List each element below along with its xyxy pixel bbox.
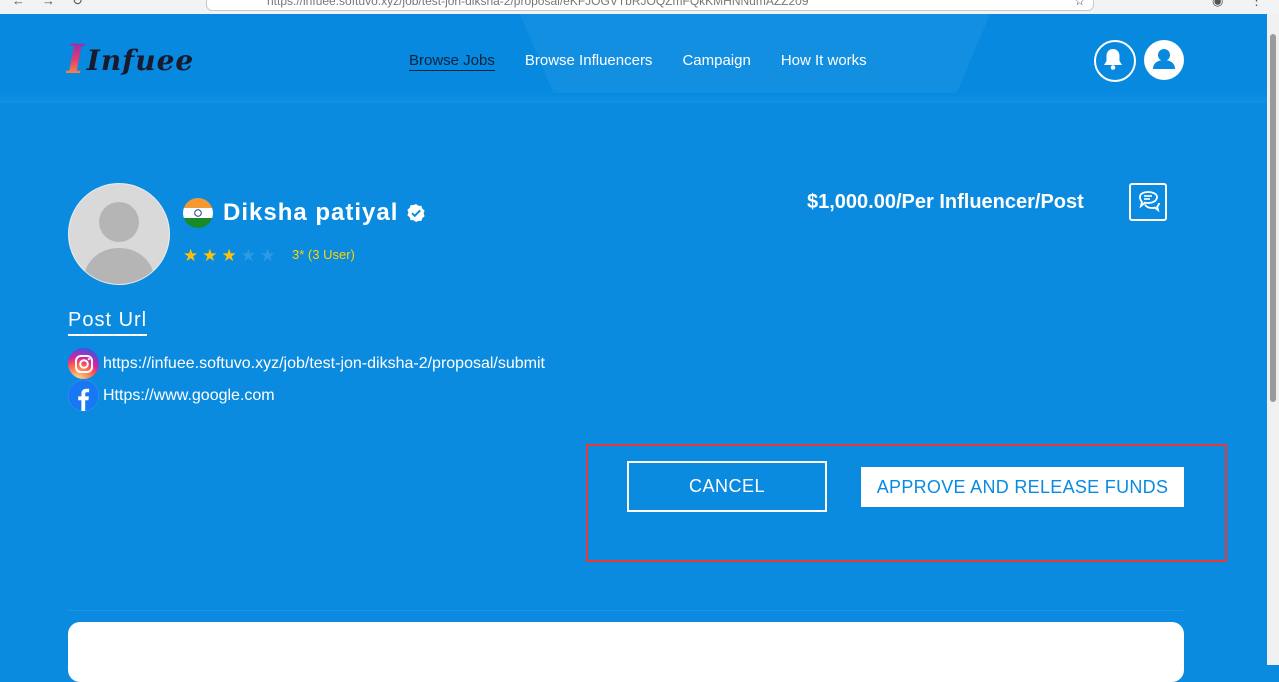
user-profile-button[interactable] — [1144, 40, 1184, 80]
extensions-icon[interactable]: ◉ — [1212, 0, 1223, 9]
scrollbar[interactable] — [1267, 14, 1279, 665]
price-label: $1,000.00/Per Influencer/Post — [807, 191, 1084, 213]
post-link-row: Https://www.google.com — [68, 380, 275, 411]
cancel-button[interactable]: CANCEL — [627, 461, 827, 512]
star-filled-icon: ★ — [221, 246, 237, 265]
post-url-heading: Post Url — [68, 309, 148, 336]
user-icon — [1153, 49, 1175, 69]
rating-text: 3* (3 User) — [292, 247, 355, 262]
instagram-icon — [68, 348, 99, 379]
logo-text: Infuee — [86, 43, 195, 77]
influencer-name: Diksha patiyal — [223, 199, 399, 226]
nav-how-it-works[interactable]: How It works — [781, 52, 867, 71]
facebook-icon — [68, 380, 99, 411]
chat-icon — [1139, 191, 1160, 213]
star-filled-icon: ★ — [202, 246, 218, 265]
bell-icon — [1104, 49, 1122, 70]
back-icon[interactable]: ← — [12, 0, 25, 8]
post-link-row: https://infuee.softuvo.xyz/job/test-jon-… — [68, 348, 545, 379]
rating-stars: ★ ★ ★ ★ ★ — [183, 246, 275, 266]
notification-button[interactable] — [1094, 40, 1136, 82]
nav-campaign[interactable]: Campaign — [682, 52, 750, 71]
address-bar[interactable]: https://infuee.softuvo.xyz/job/test-jon-… — [206, 0, 1094, 11]
star-filled-icon: ★ — [183, 246, 199, 265]
nav-browse-jobs[interactable]: Browse Jobs — [409, 52, 495, 71]
reload-icon[interactable]: ↻ — [72, 0, 83, 9]
chat-button[interactable] — [1129, 183, 1167, 221]
star-empty-icon: ★ — [240, 246, 256, 265]
forward-icon[interactable]: → — [42, 0, 55, 8]
section-divider — [68, 610, 1184, 611]
menu-icon[interactable]: ⋮ — [1250, 0, 1263, 9]
bookmark-star-icon[interactable]: ☆ — [1074, 0, 1085, 8]
nav-browse-influencers[interactable]: Browse Influencers — [525, 52, 653, 71]
header-shadow — [0, 93, 1267, 103]
url-text: https://infuee.softuvo.xyz/job/test-jon-… — [267, 0, 809, 8]
avatar — [68, 183, 170, 285]
verified-badge-icon — [407, 204, 426, 222]
logo[interactable]: I Infuee — [66, 38, 194, 82]
main-nav: Browse Jobs Browse Influencers Campaign … — [409, 52, 867, 71]
default-avatar-icon — [83, 202, 155, 284]
scrollbar-thumb[interactable] — [1270, 34, 1276, 402]
india-flag-icon — [183, 198, 213, 228]
approve-release-funds-button[interactable]: APPROVE AND RELEASE FUNDS — [861, 467, 1184, 507]
logo-mark: I — [66, 36, 85, 83]
profile-name-row: Diksha patiyal — [183, 198, 426, 228]
facebook-post-url[interactable]: Https://www.google.com — [103, 387, 275, 405]
content-card — [68, 622, 1184, 682]
instagram-post-url[interactable]: https://infuee.softuvo.xyz/job/test-jon-… — [103, 355, 545, 373]
star-empty-icon: ★ — [260, 246, 276, 265]
site-header: I Infuee Browse Jobs Browse Influencers … — [0, 14, 1267, 103]
browser-toolbar: ← → ↻ https://infuee.softuvo.xyz/job/tes… — [0, 0, 1279, 14]
